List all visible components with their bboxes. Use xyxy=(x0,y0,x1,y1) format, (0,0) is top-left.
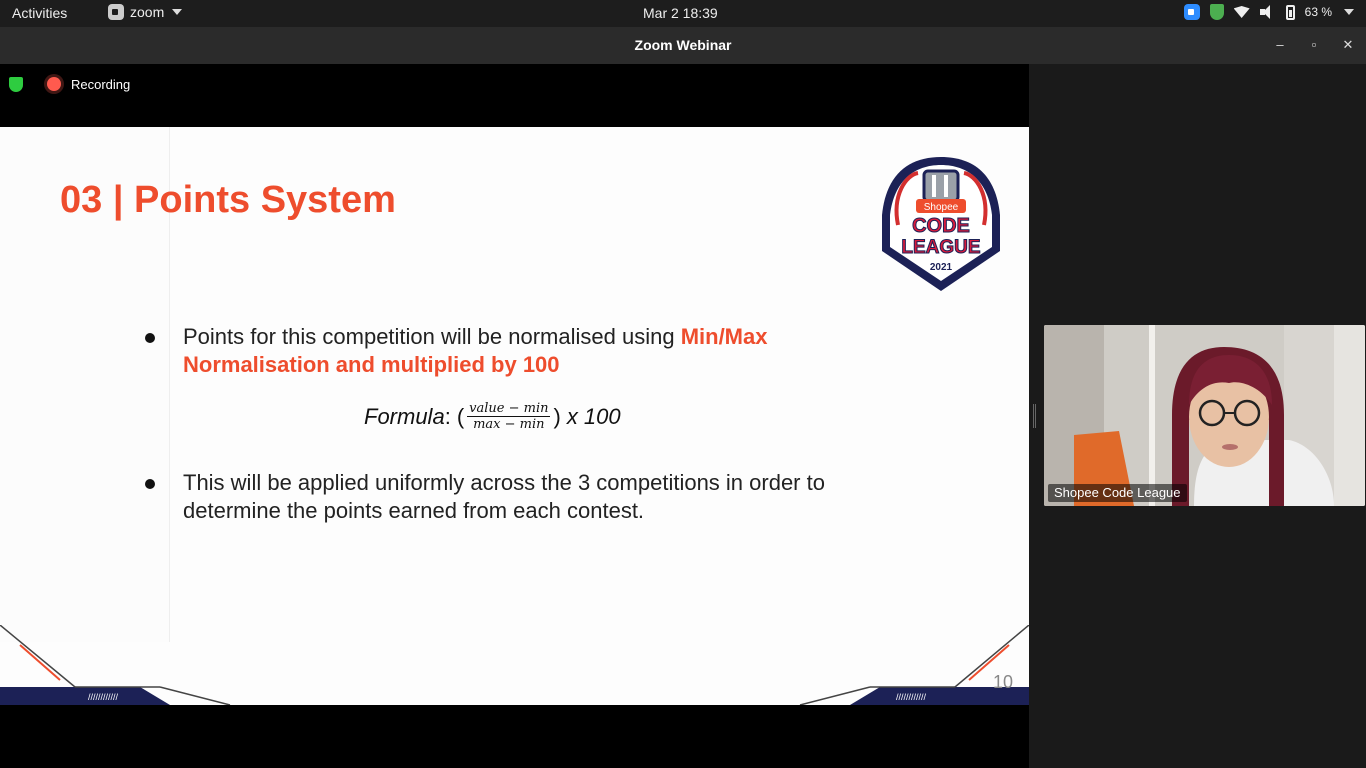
logo-year: 2021 xyxy=(930,262,953,273)
formula-denominator: max − min xyxy=(473,417,545,432)
logo-brand: Shopee xyxy=(924,202,959,213)
bullet-dot xyxy=(145,333,155,343)
recording-label: Recording xyxy=(71,77,131,92)
close-button[interactable]: ✕ xyxy=(1339,36,1357,54)
formula-colon: : xyxy=(444,403,451,429)
bullet-text-1: Points for this competition will be norm… xyxy=(183,323,883,379)
minimize-button[interactable]: – xyxy=(1271,36,1289,54)
participant-video xyxy=(1044,325,1365,506)
shield-icon[interactable] xyxy=(1209,4,1224,20)
zoom-tray-icon[interactable] xyxy=(1183,4,1200,20)
shopee-code-league-logo: Shopee CODE LEAGUE 2021 xyxy=(882,157,1000,291)
app-menu-label: zoom xyxy=(130,4,165,20)
battery-icon[interactable] xyxy=(1285,4,1295,20)
formula-fraction: value − min max − min xyxy=(467,401,551,432)
slide-title: 03 | Points System xyxy=(60,179,396,221)
zoom-app-icon xyxy=(108,4,124,20)
battery-percent: 63 % xyxy=(1304,5,1332,19)
chevron-down-icon[interactable] xyxy=(1344,9,1354,15)
logo-line1: CODE xyxy=(912,215,970,237)
encryption-shield-icon[interactable] xyxy=(9,77,23,92)
formula: Formula: ( value − min max − min ) x 100 xyxy=(364,401,621,432)
video-sidebar: Shopee Code League xyxy=(1029,64,1366,768)
formula-label: Formula xyxy=(364,403,445,429)
formula-close-paren: ) xyxy=(553,403,561,429)
formula-numerator: value − min xyxy=(467,401,551,417)
svg-text:////////////: //////////// xyxy=(88,692,119,702)
participant-name: Shopee Code League xyxy=(1048,484,1187,502)
slide-page-number: 10 xyxy=(993,672,1014,692)
activities-button[interactable]: Activities xyxy=(12,5,67,21)
bullet-text-2: This will be applied uniformly across th… xyxy=(183,470,825,523)
system-top-bar: Activities zoom Mar 2 18:39 63 % xyxy=(0,0,1366,27)
clock[interactable]: Mar 2 18:39 xyxy=(643,5,718,21)
volume-icon[interactable] xyxy=(1259,5,1276,19)
system-tray[interactable]: 63 % xyxy=(1183,4,1354,20)
presentation-slide: 03 | Points System Shopee CODE LEAGUE 20… xyxy=(0,127,1029,705)
resize-handle[interactable] xyxy=(1033,404,1036,428)
bullet-1-plain: Points for this competition will be norm… xyxy=(183,324,681,349)
slide-decoration: //////////// //////////// xyxy=(0,625,1029,705)
formula-multiplier: x 100 xyxy=(566,403,621,429)
svg-text:////////////: //////////// xyxy=(896,692,927,702)
window-title: Zoom Webinar xyxy=(634,37,732,53)
wifi-icon[interactable] xyxy=(1233,6,1250,18)
maximize-button[interactable]: ▫ xyxy=(1305,36,1323,54)
app-menu[interactable]: zoom xyxy=(108,4,183,20)
logo-line2: LEAGUE xyxy=(901,237,980,258)
shared-screen-area: Recording 03 | Points System Shopee CODE… xyxy=(0,64,1029,768)
window-title-bar: Zoom Webinar – ▫ ✕ xyxy=(0,27,1366,64)
bullet-dot xyxy=(145,479,155,489)
participant-video-tile[interactable]: Shopee Code League xyxy=(1044,325,1365,506)
formula-open-paren: ( xyxy=(456,403,465,429)
chevron-down-icon xyxy=(172,9,183,15)
recording-icon xyxy=(47,77,61,91)
